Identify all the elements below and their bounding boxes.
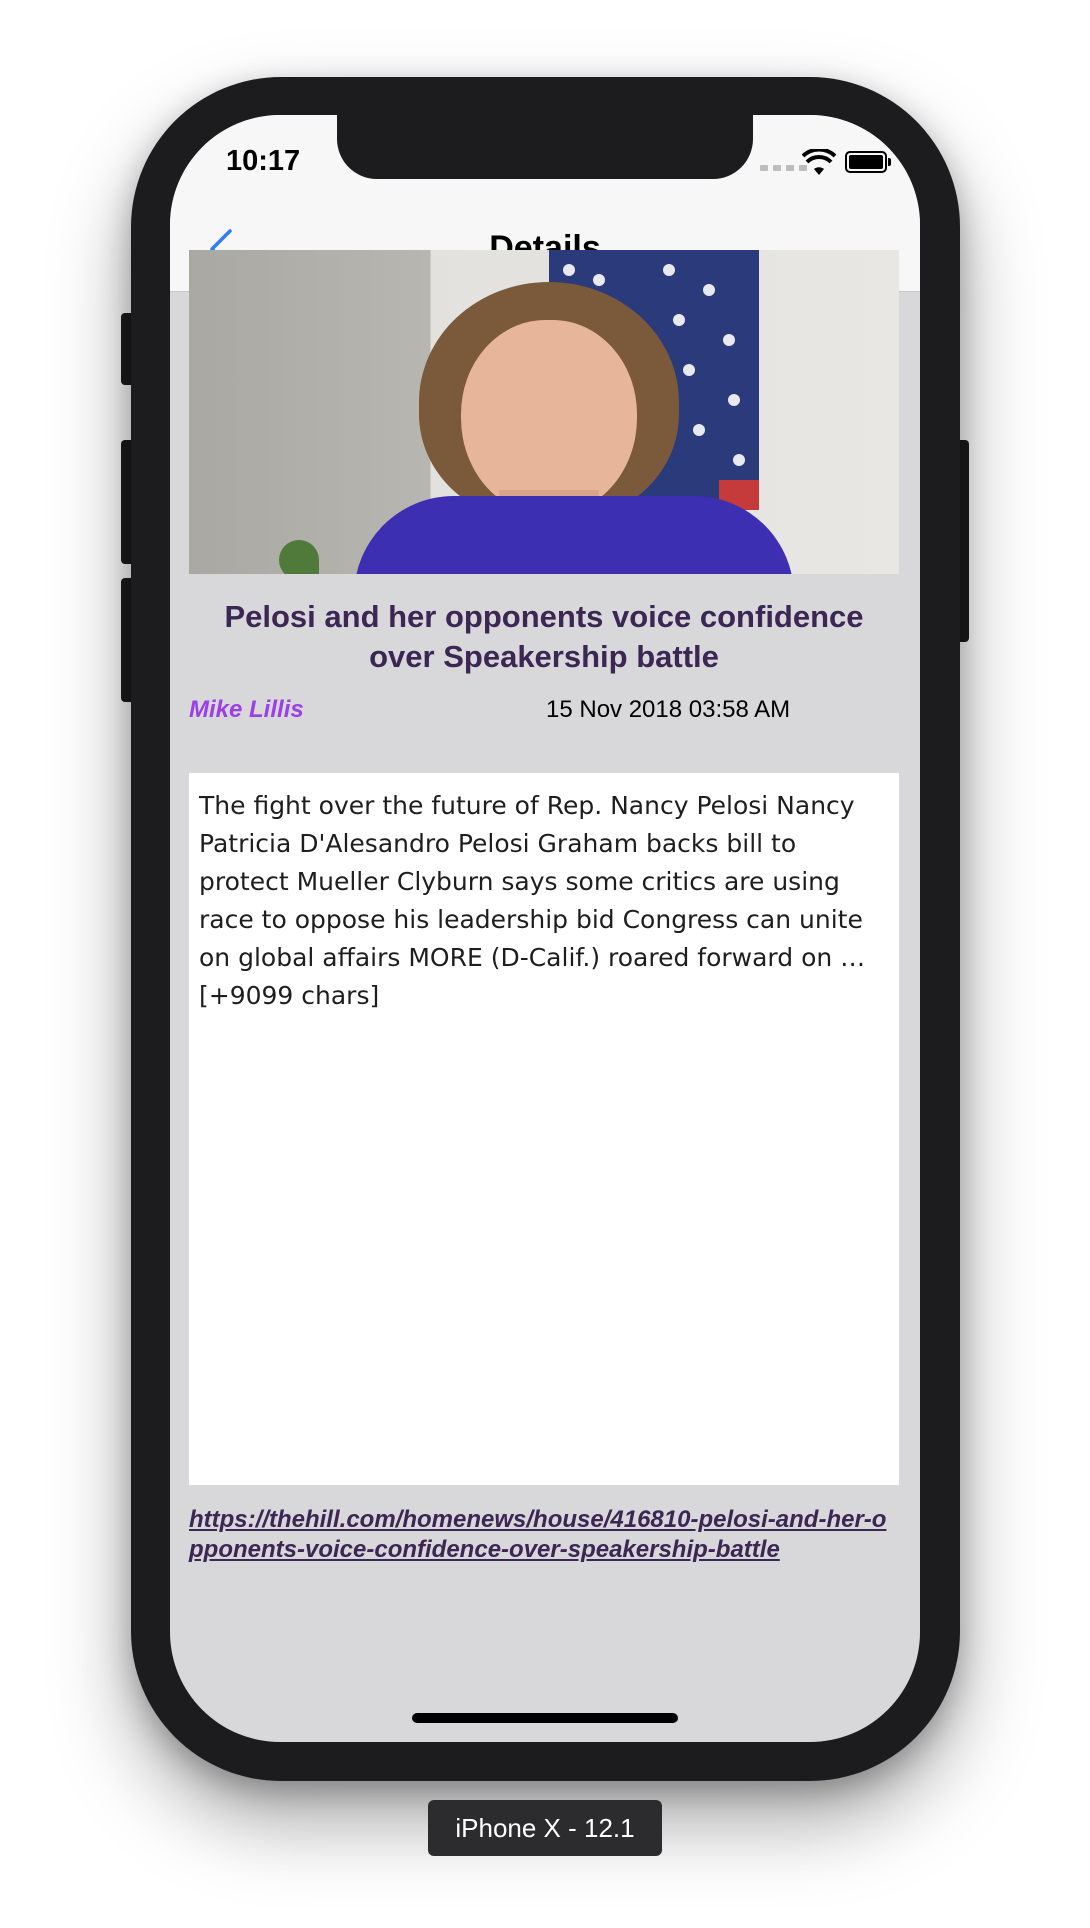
article-link[interactable]: https://thehill.com/homenews/house/41681… [189,1505,899,1565]
device-label: iPhone X - 12.1 [428,1800,662,1856]
article-body-container[interactable]: The fight over the future of Rep. Nancy … [189,773,899,1485]
home-indicator[interactable] [412,1713,678,1723]
status-time: 10:17 [226,145,301,177]
battery-icon [845,151,891,173]
article-image [189,250,899,574]
screen: 10:17 Details Pelosi and her opponents v… [170,115,920,1742]
person-jacket [354,496,794,574]
wifi-icon [802,149,836,175]
article-title: Pelosi and her opponents voice confidenc… [224,599,864,674]
notch [337,115,753,179]
person-face [461,320,637,516]
article-date: 15 Nov 2018 03:58 AM [546,696,791,723]
article-body: The fight over the future of Rep. Nancy … [199,791,866,1010]
article-author: Mike Lillis [189,696,304,723]
signal-icon [760,165,807,171]
plant-graphic [279,540,319,574]
